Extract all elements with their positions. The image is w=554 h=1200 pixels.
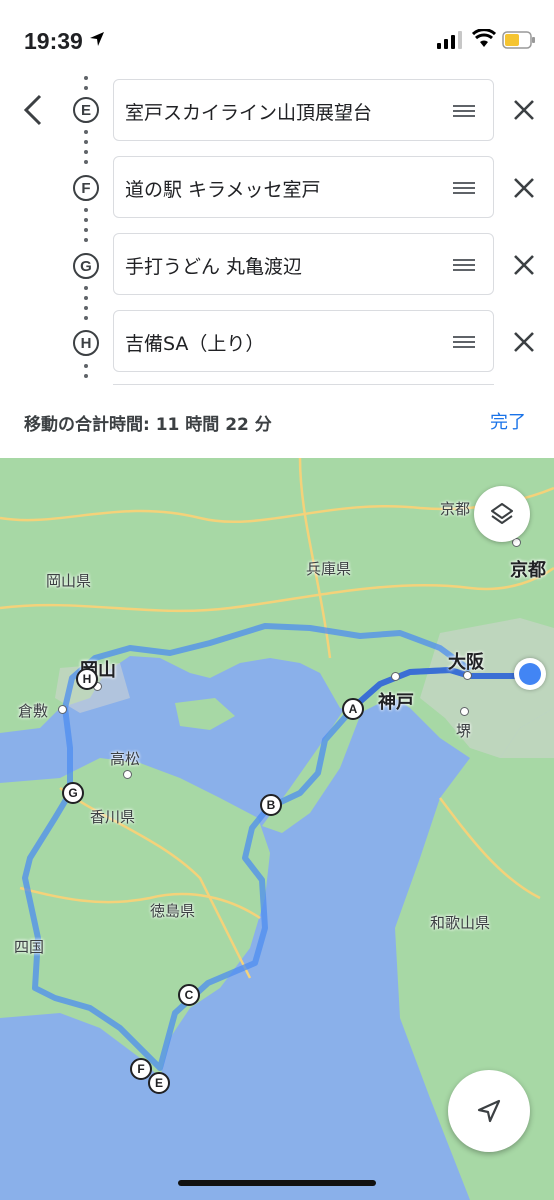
close-icon[interactable] [512, 98, 536, 122]
waypoint-field-e[interactable]: 室戸スカイライン山頂展望台 [113, 79, 494, 141]
map-view[interactable]: 岡山県 兵庫県 京都 京都 岡山 倉敷 大阪 神戸 堺 高松 香川県 徳島県 和… [0, 458, 554, 1200]
map-label-takamatsu: 高松 [110, 750, 141, 768]
route-connector-dots [84, 76, 88, 96]
map-label-shikoku: 四国 [14, 938, 45, 956]
waypoint-name: 手打うどん 丸亀渡辺 [125, 256, 303, 278]
home-indicator[interactable] [178, 1180, 376, 1186]
route-stop-marker-b[interactable]: B [260, 794, 282, 816]
cellular-signal-icon [437, 31, 462, 49]
waypoint-letter-h: H [73, 330, 99, 356]
route-connector-dots [84, 130, 88, 170]
route-stop-marker-a[interactable]: A [342, 698, 364, 720]
map-label-kagawa-pref: 香川県 [90, 808, 136, 826]
route-stop-marker-e[interactable]: E [148, 1072, 170, 1094]
waypoint-letter-e: E [73, 97, 99, 123]
route-connector-dots [84, 286, 88, 326]
map-label-tokushima-pref: 徳島県 [150, 902, 196, 920]
city-dot [123, 770, 132, 779]
map-label-kyoto-city: 京都 [510, 560, 546, 581]
waypoint-name: 室戸スカイライン山頂展望台 [125, 102, 373, 124]
map-label-wakayama-pref: 和歌山県 [430, 914, 491, 932]
waypoint-name: 吉備SA（上り） [125, 333, 265, 355]
waypoint-field-f[interactable]: 道の駅 キラメッセ室戸 [113, 156, 494, 218]
close-icon[interactable] [512, 176, 536, 200]
drag-handle-icon[interactable] [453, 105, 475, 117]
total-travel-time: 移動の合計時間: 11 時間 22 分 [24, 415, 272, 435]
waypoint-field-next-partial[interactable] [113, 384, 494, 390]
layers-icon [491, 503, 513, 524]
route-stop-marker-f[interactable]: F [130, 1058, 152, 1080]
drag-handle-icon[interactable] [453, 259, 475, 271]
back-arrow-icon[interactable] [20, 92, 48, 128]
status-time: 19:39 [24, 28, 83, 54]
route-connector-dots [84, 364, 88, 384]
route-stop-marker-h[interactable]: H [76, 668, 98, 690]
waypoint-letter-f: F [73, 175, 99, 201]
waypoint-letter-g: G [73, 253, 99, 279]
map-label-sakai: 堺 [456, 722, 472, 740]
city-dot [460, 707, 469, 716]
waypoint-name: 道の駅 キラメッセ室戸 [125, 179, 321, 201]
close-icon[interactable] [512, 330, 536, 354]
waypoint-field-h[interactable]: 吉備SA（上り） [113, 310, 494, 372]
navigation-arrow-icon [477, 1099, 501, 1123]
current-location-dot [514, 658, 546, 690]
route-stop-marker-g[interactable]: G [62, 782, 84, 804]
map-label-okayama-pref: 岡山県 [46, 572, 92, 590]
navigate-button[interactable] [448, 1070, 530, 1152]
map-label-kobe: 神戸 [378, 692, 414, 713]
drag-handle-icon[interactable] [453, 182, 475, 194]
location-arrow-icon [90, 32, 104, 46]
route-connector-dots [84, 208, 88, 248]
route-stop-marker-c[interactable]: C [178, 984, 200, 1006]
city-dot [463, 671, 472, 680]
drag-handle-icon[interactable] [453, 336, 475, 348]
done-button[interactable]: 完了 [490, 408, 526, 434]
map-label-kyoto-small: 京都 [440, 500, 471, 518]
map-layers-button[interactable] [474, 486, 530, 542]
battery-icon [502, 31, 535, 49]
city-dot [58, 705, 67, 714]
waypoint-field-g[interactable]: 手打うどん 丸亀渡辺 [113, 233, 494, 295]
city-dot [391, 672, 400, 681]
wifi-icon [472, 29, 496, 47]
map-label-kurashiki: 倉敷 [18, 702, 49, 720]
map-label-hyogo-pref: 兵庫県 [306, 560, 352, 578]
close-icon[interactable] [512, 253, 536, 277]
